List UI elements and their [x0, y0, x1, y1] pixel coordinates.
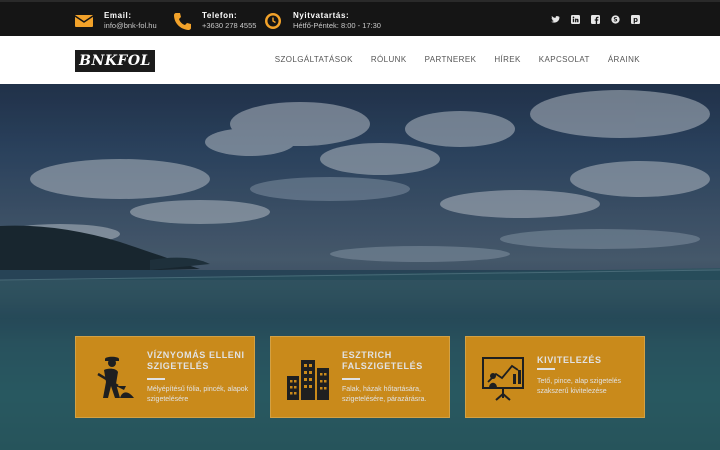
contact-phone[interactable]: Telefon: +3630 278 4555 — [173, 11, 256, 31]
social-links: S p — [551, 15, 640, 24]
phone-value[interactable]: +3630 278 4555 — [202, 21, 256, 31]
worker-digging-icon — [97, 356, 134, 398]
card-text: Tető, pince, alap szigetelés szakszerű k… — [537, 378, 622, 395]
main-navigation: BNKFOL SZOLGÁLTATÁSOK RÓLUNK PARTNEREK H… — [0, 36, 720, 84]
hours-value: Hétfő-Péntek: 8:00 - 17:30 — [293, 21, 381, 30]
card-title: VÍZNYOMÁS ELLENI SZIGETELÉS — [147, 350, 245, 371]
svg-text:S: S — [613, 18, 617, 24]
pinterest-icon[interactable]: p — [631, 15, 640, 24]
phone-label: Telefon: — [202, 11, 238, 20]
site-logo[interactable]: BNKFOL — [75, 50, 155, 72]
contact-hours: Nyitvatartás: Hétfő-Péntek: 8:00 - 17:30 — [264, 11, 381, 31]
hours-label: Nyitvatartás: — [293, 11, 350, 20]
service-card-viznyomas[interactable]: VÍZNYOMÁS ELLENI SZIGETELÉS Mélyépítésű … — [75, 336, 255, 418]
hero-landscape — [0, 90, 720, 450]
menu: SZOLGÁLTATÁSOK RÓLUNK PARTNEREK HÍREK KA… — [275, 55, 640, 64]
card-divider — [147, 378, 165, 380]
nav-item-kapcsolat[interactable]: KAPCSOLAT — [539, 55, 590, 64]
nav-item-rolunk[interactable]: RÓLUNK — [371, 55, 407, 64]
card-text: Falak, házak hőtartására, szigetelésére,… — [342, 386, 427, 403]
card-title: KIVITELEZÉS — [537, 355, 602, 365]
clock-icon — [265, 13, 281, 29]
facebook-icon[interactable] — [591, 15, 600, 24]
linkedin-icon[interactable] — [571, 15, 580, 24]
presentation-icon — [482, 357, 524, 401]
nav-item-partnerek[interactable]: PARTNEREK — [425, 55, 477, 64]
email-label: Email: — [104, 11, 132, 20]
card-divider — [537, 368, 555, 370]
logo-text: BNKFOL — [79, 53, 151, 69]
service-card-esztrich[interactable]: ESZTRICH FALSZIGETELÉS Falak, házak hőta… — [270, 336, 450, 418]
card-title: ESZTRICH FALSZIGETELÉS — [342, 350, 423, 371]
card-text: Mélyépítésű fólia, pincék, alapok sziget… — [147, 386, 249, 403]
buildings-icon — [287, 360, 329, 400]
email-value[interactable]: info@bnk-fol.hu — [104, 21, 157, 31]
envelope-icon — [75, 15, 93, 27]
service-card-kivitelezes[interactable]: KIVITELEZÉS Tető, pince, alap szigetelés… — [465, 336, 645, 418]
nav-item-szolgaltatasok[interactable]: SZOLGÁLTATÁSOK — [275, 55, 353, 64]
nav-item-araink[interactable]: ÁRAINK — [608, 55, 640, 64]
twitter-icon[interactable] — [551, 15, 560, 24]
nav-item-hirek[interactable]: HÍREK — [494, 55, 520, 64]
card-divider — [342, 378, 360, 380]
top-bar: Email: info@bnk-fol.hu Telefon: +3630 27… — [0, 0, 720, 36]
contact-email[interactable]: Email: info@bnk-fol.hu — [75, 11, 157, 31]
phone-icon — [174, 13, 191, 30]
skype-icon[interactable]: S — [611, 15, 620, 24]
svg-text:p: p — [633, 16, 638, 24]
hero-background: VÍZNYOMÁS ELLENI SZIGETELÉS Mélyépítésű … — [0, 84, 720, 450]
